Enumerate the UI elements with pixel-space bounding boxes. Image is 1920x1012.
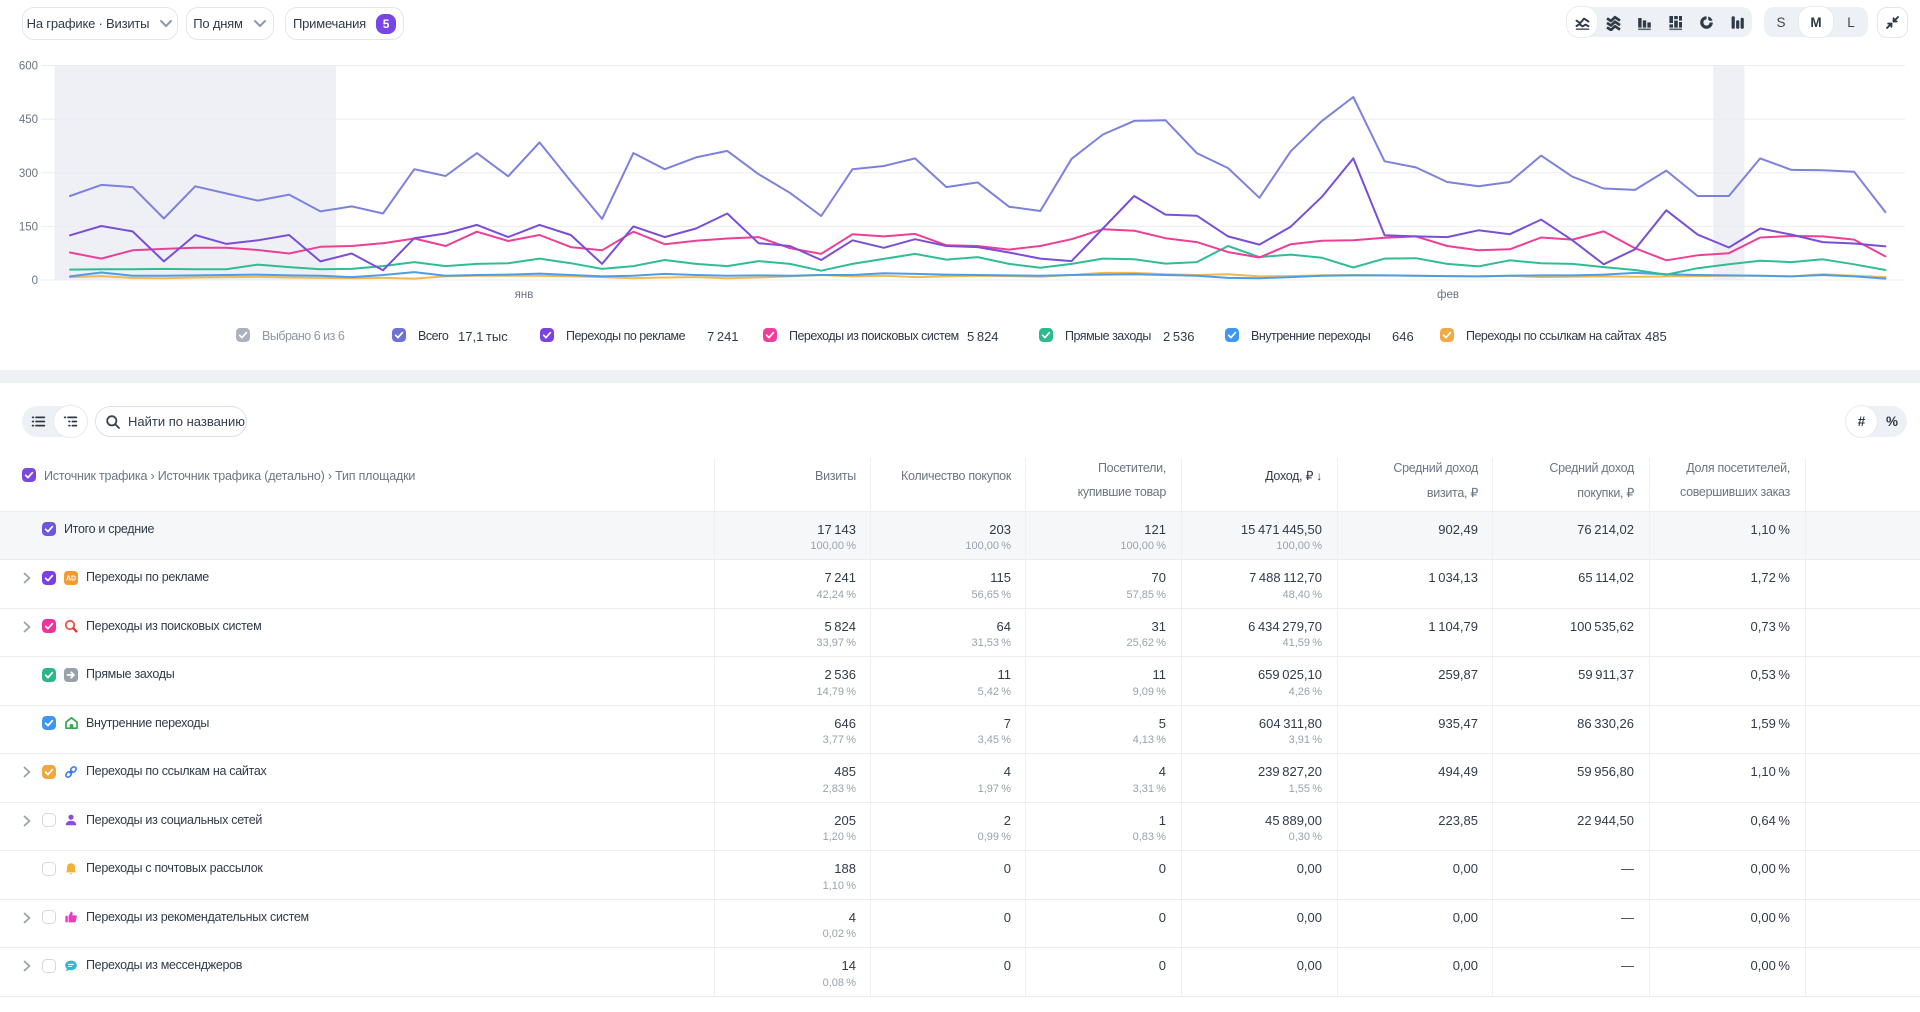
svg-text:150: 150 (19, 221, 38, 233)
svg-text:450: 450 (19, 114, 38, 126)
svg-text:AD: AD (66, 575, 76, 582)
svg-text:600: 600 (19, 61, 38, 73)
svg-text:янв: янв (515, 289, 534, 301)
svg-text:фев: фев (1437, 289, 1459, 301)
svg-text:300: 300 (19, 168, 38, 180)
svg-text:0: 0 (32, 275, 38, 287)
